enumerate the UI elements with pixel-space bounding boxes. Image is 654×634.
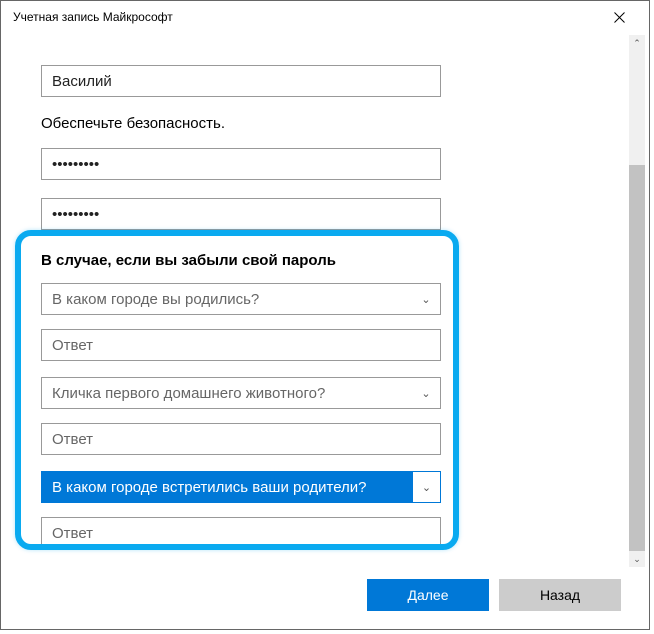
content-area: Обеспечьте безопасность. В случае, если …: [1, 35, 649, 567]
scroll-down-arrow-icon[interactable]: ⌄: [629, 551, 645, 567]
scroll-up-arrow-icon[interactable]: ⌃: [629, 35, 645, 51]
scroll-thumb[interactable]: [629, 165, 645, 551]
security-heading: Обеспечьте безопасность.: [41, 115, 609, 132]
close-button[interactable]: [599, 3, 639, 31]
close-icon: [614, 12, 625, 23]
next-button[interactable]: Далее: [367, 579, 489, 611]
chevron-down-icon: ⌄: [412, 293, 440, 306]
recovery-heading: В случае, если вы забыли свой пароль: [41, 252, 609, 269]
name-input[interactable]: [41, 65, 441, 97]
security-question-2-dropdown[interactable]: Кличка первого домашнего животного? ⌄: [41, 377, 441, 409]
security-answer-2-input[interactable]: [41, 423, 441, 455]
recovery-section: В случае, если вы забыли свой пароль В к…: [41, 252, 609, 549]
window-title: Учетная запись Майкрософт: [13, 10, 173, 24]
password-input[interactable]: [41, 148, 441, 180]
security-question-3-dropdown[interactable]: В каком городе встретились ваши родители…: [41, 471, 441, 503]
dropdown-label: Кличка первого домашнего животного?: [42, 385, 335, 402]
password-confirm-input[interactable]: [41, 198, 441, 230]
security-question-1-dropdown[interactable]: В каком городе вы родились? ⌄: [41, 283, 441, 315]
titlebar: Учетная запись Майкрософт: [1, 1, 649, 33]
chevron-down-icon: ⌄: [412, 472, 440, 502]
dropdown-label: В каком городе встретились ваши родители…: [42, 479, 412, 496]
button-bar: Далее Назад: [367, 579, 621, 611]
dropdown-label: В каком городе вы родились?: [42, 291, 269, 308]
chevron-down-icon: ⌄: [412, 387, 440, 400]
security-answer-1-input[interactable]: [41, 329, 441, 361]
vertical-scrollbar[interactable]: ⌃ ⌄: [629, 35, 645, 567]
account-dialog: Учетная запись Майкрософт Обеспечьте без…: [0, 0, 650, 630]
back-button[interactable]: Назад: [499, 579, 621, 611]
security-answer-3-input[interactable]: [41, 517, 441, 549]
